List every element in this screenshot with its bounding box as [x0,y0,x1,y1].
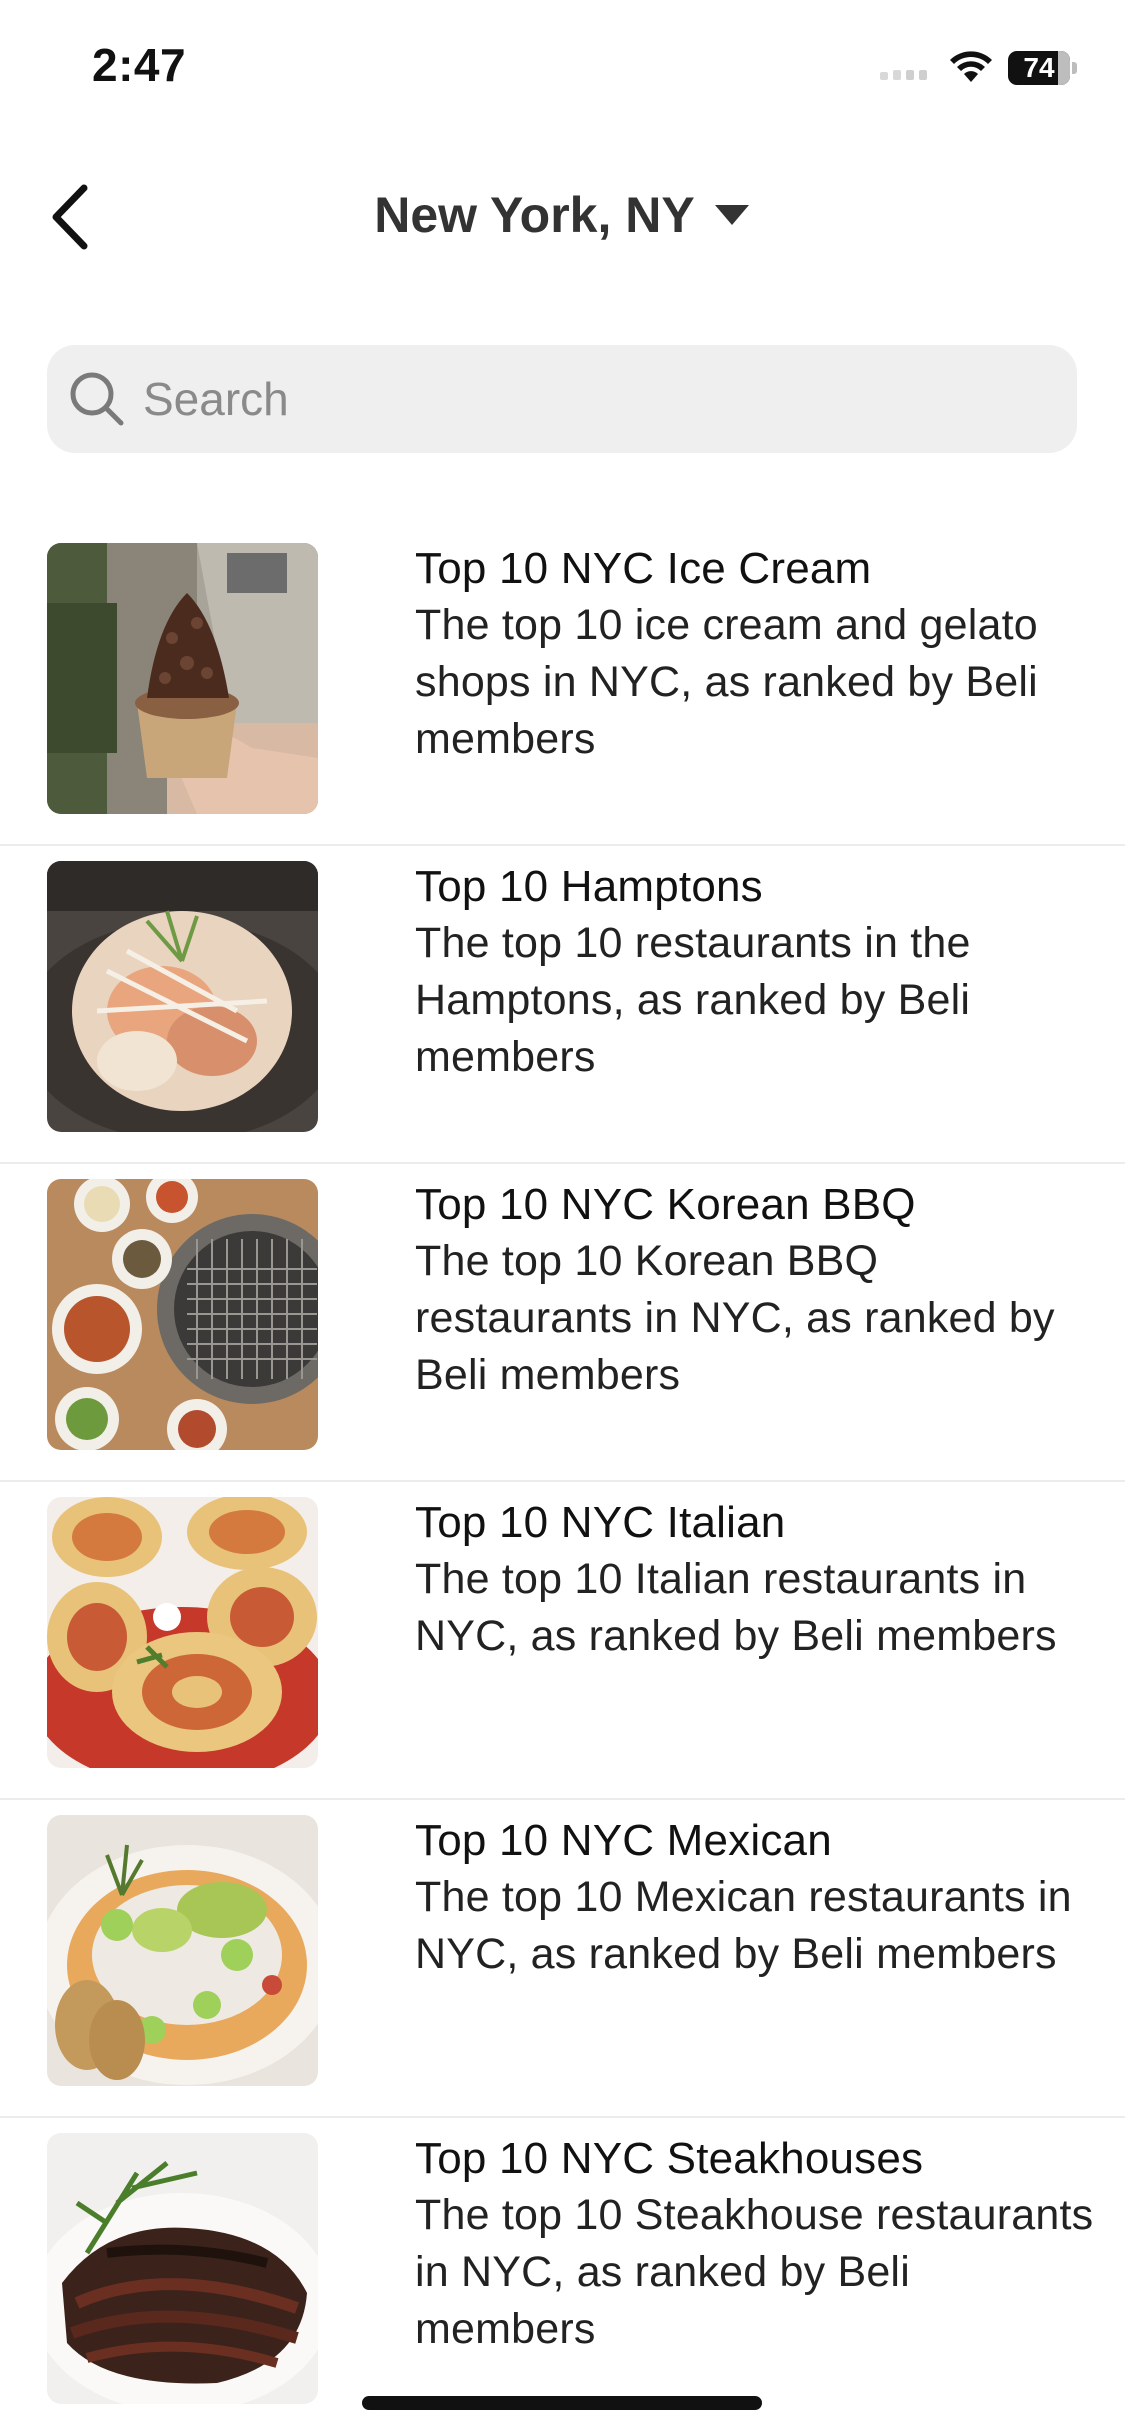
header: New York, NY [0,160,1125,270]
rolled-pasta-photo [47,1497,318,1768]
battery-level: 74 [1023,52,1055,83]
list-item-text: Top 10 NYC Mexican The top 10 Mexican re… [415,1812,1095,1983]
list-item-description: The top 10 Italian restaurants in NYC, a… [415,1555,1057,1660]
wifi-icon [950,51,992,82]
list-item-title: Top 10 NYC Mexican [415,1816,832,1865]
seafood-pasta-photo [47,861,318,1132]
ice-cream-cone-photo [47,543,318,814]
list-item-title: Top 10 Hamptons [415,862,763,911]
korean-bbq-grill-photo [47,1179,318,1450]
list-item-text: Top 10 NYC Steakhouses The top 10 Steakh… [415,2130,1095,2358]
list-item-title: Top 10 NYC Steakhouses [415,2134,924,2183]
list-item-text: Top 10 NYC Korean BBQ The top 10 Korean … [415,1176,1095,1404]
list-item-title: Top 10 NYC Korean BBQ [415,1180,916,1229]
list-item[interactable]: Top 10 NYC Korean BBQ The top 10 Korean … [0,1164,1125,1482]
ceviche-photo [47,1815,318,2086]
list-item-text: Top 10 NYC Italian The top 10 Italian re… [415,1494,1095,1665]
list-item[interactable]: Top 10 NYC Steakhouses The top 10 Steakh… [0,2118,1125,2436]
list-item-text: Top 10 Hamptons The top 10 restaurants i… [415,858,1095,1086]
sliced-steak-photo [47,2133,318,2404]
search-bar[interactable] [47,345,1077,453]
list-item[interactable]: Top 10 NYC Italian The top 10 Italian re… [0,1482,1125,1800]
list-item-description: The top 10 restaurants in the Hamptons, … [415,919,971,1081]
back-button[interactable] [30,172,110,262]
caret-down-icon [714,205,749,225]
list-item[interactable]: Top 10 NYC Mexican The top 10 Mexican re… [0,1800,1125,2118]
search-input[interactable] [141,358,1025,440]
list-item-description: The top 10 Steakhouse restaurants in NYC… [415,2191,1094,2353]
chevron-left-icon [52,184,88,250]
top-lists: Top 10 NYC Ice Cream The top 10 ice crea… [0,528,1125,2436]
list-item-description: The top 10 Korean BBQ restaurants in NYC… [415,1237,1055,1399]
list-item[interactable]: Top 10 Hamptons The top 10 restaurants i… [0,846,1125,1164]
list-item-title: Top 10 NYC Ice Cream [415,544,872,593]
cellular-signal-icon [880,70,927,80]
list-item-text: Top 10 NYC Ice Cream The top 10 ice crea… [415,540,1095,768]
list-item-title: Top 10 NYC Italian [415,1498,786,1547]
search-icon [67,369,127,429]
battery-icon: 74 [1008,51,1077,85]
status-bar: 2:47 74 [0,0,1125,140]
home-indicator[interactable] [362,2396,762,2410]
location-label: New York, NY [374,187,695,243]
list-item-description: The top 10 Mexican restaurants in NYC, a… [415,1873,1072,1978]
location-selector[interactable]: New York, NY [0,160,1125,270]
status-time: 2:47 [92,39,187,91]
list-item-description: The top 10 ice cream and gelato shops in… [415,601,1038,763]
list-item[interactable]: Top 10 NYC Ice Cream The top 10 ice crea… [0,528,1125,846]
